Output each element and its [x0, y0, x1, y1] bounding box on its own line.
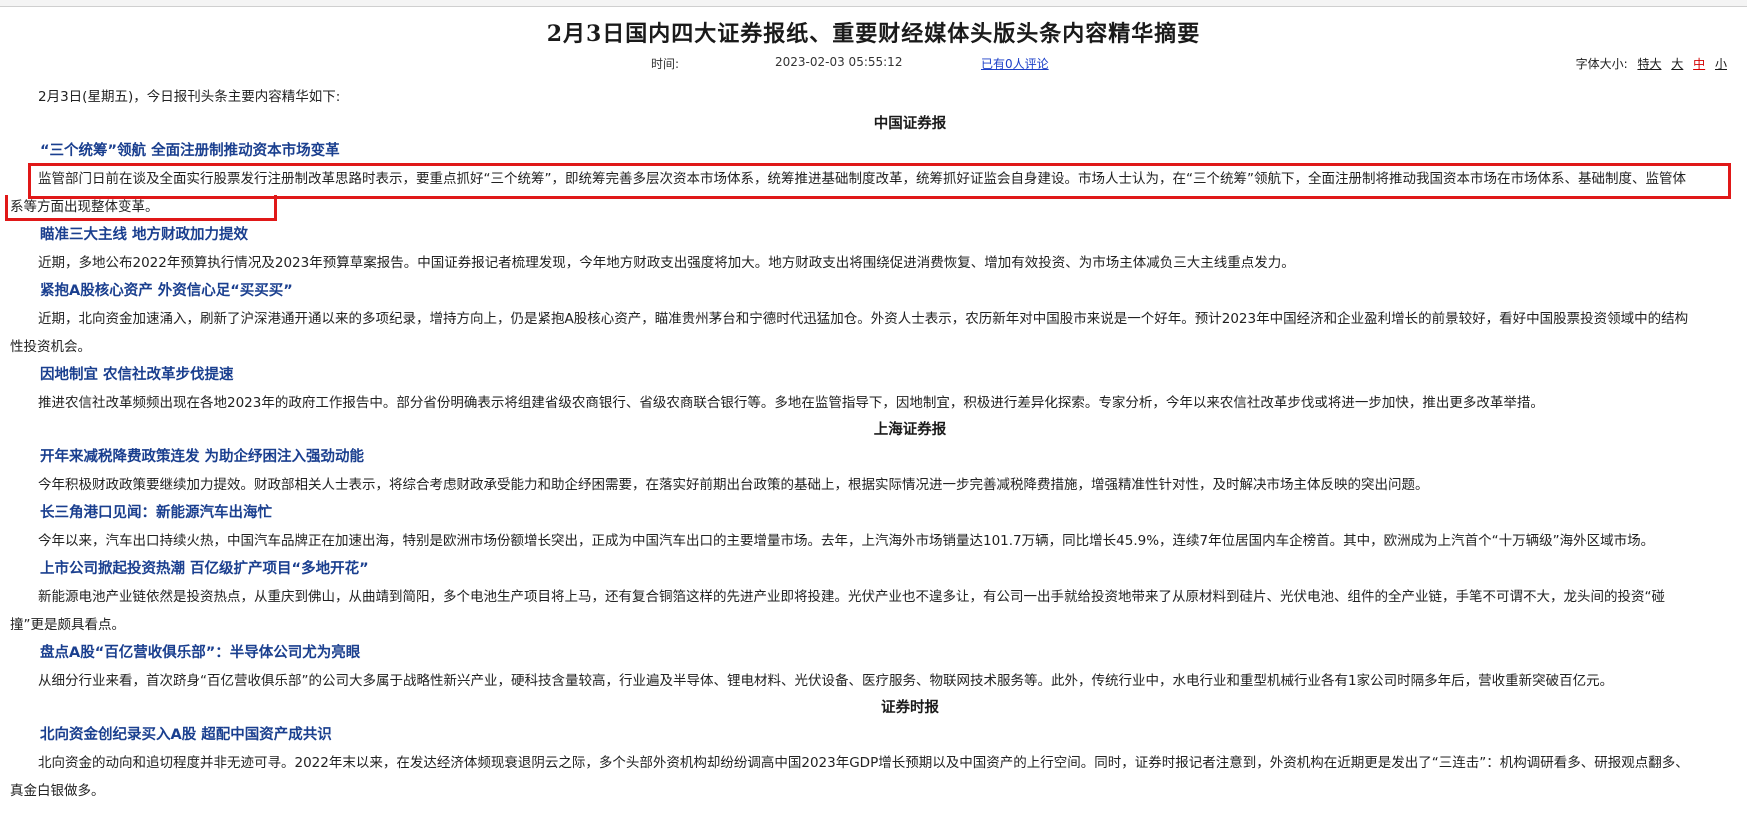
article-body: 近期，北向资金加速涌入，刷新了沪深港通开通以来的多项纪录，增持方向上，仍是紧抱A…: [10, 311, 1689, 355]
publish-time: 2023-02-03 05:55:12: [775, 55, 903, 69]
time-label: 时间:: [651, 57, 680, 71]
article-body: 北向资金的动向和追切程度并非无迹可寻。2022年末以来，在发达经济体频现衰退阴云…: [10, 755, 1689, 799]
article-title[interactable]: “三个统筹”领航 全面注册制推动资本市场变革: [10, 137, 1690, 165]
article-title[interactable]: 盘点A股“百亿营收俱乐部”：半导体公司尤为亮眼: [10, 639, 1690, 667]
article-page: 2月3日国内四大证券报纸、重要财经媒体头版头条内容精华摘要 时间: 2023-0…: [0, 7, 1747, 838]
article-body: 近期，多地公布2022年预算执行情况及2023年预算草案报告。中国证券报记者梳理…: [38, 255, 1295, 271]
section-heading: 证券时报: [881, 700, 939, 716]
article-body: 新能源电池产业链依然是投资热点，从重庆到佛山，从曲靖到简阳，多个电池生产项目将上…: [10, 589, 1665, 633]
article-title[interactable]: 北向资金创纪录买入A股 超配中国资产成共识: [10, 721, 1690, 749]
font-size-large[interactable]: 大: [1671, 57, 1683, 71]
article-content: 2月3日(星期五)，今日报刊头条主要内容精华如下: 中国证券报 “三个统筹”领航…: [10, 83, 1690, 805]
page-title: 2月3日国内四大证券报纸、重要财经媒体头版头条内容精华摘要: [546, 21, 1201, 47]
section-heading: 上海证券报: [873, 422, 947, 438]
article-title[interactable]: 长三角港口见闻：新能源汽车出海忙: [10, 499, 1690, 527]
section-heading: 中国证券报: [873, 116, 947, 132]
article-body: 推进农信社改革频频出现在各地2023年的政府工作报告中。部分省份明确表示将组建省…: [38, 395, 1544, 411]
font-size-control: 字体大小: 特大 大 中 小: [1576, 55, 1727, 72]
article-body: 今年以来，汽车出口持续火热，中国汽车品牌正在加速出海，特别是欧洲市场份额增长突出…: [38, 533, 1655, 549]
comments-link[interactable]: 已有0人评论: [981, 57, 1049, 71]
article-title[interactable]: 上市公司掀起投资热潮 百亿级扩产项目“多地开花”: [10, 555, 1690, 583]
article-body: 今年积极财政政策要继续加力提效。财政部相关人士表示，将综合考虑财政承受能力和助企…: [38, 477, 1429, 493]
article-body: 从细分行业来看，首次跻身“百亿营收俱乐部”的公司大多属于战略性新兴产业，硬科技含…: [38, 673, 1614, 689]
font-size-xlarge[interactable]: 特大: [1637, 57, 1661, 71]
top-border: [0, 0, 1747, 7]
font-size-medium[interactable]: 中: [1693, 57, 1705, 71]
article-title[interactable]: 瞄准三大主线 地方财政加力提效: [10, 221, 1690, 249]
font-size-small[interactable]: 小: [1715, 57, 1727, 71]
article-title[interactable]: 开年来减税降费政策连发 为助企纾困注入强劲动能: [10, 443, 1690, 471]
article-title[interactable]: 紧抱A股核心资产 外资信心足“买买买”: [10, 277, 1690, 305]
article-body: 监管部门日前在谈及全面实行股票发行注册制改革思路时表示，要重点抓好“三个统筹”，…: [10, 171, 1686, 215]
article-title[interactable]: 因地制宜 农信社改革步伐提速: [10, 361, 1690, 389]
intro-text: 2月3日(星期五)，今日报刊头条主要内容精华如下:: [38, 89, 341, 105]
font-size-label: 字体大小:: [1575, 57, 1628, 71]
